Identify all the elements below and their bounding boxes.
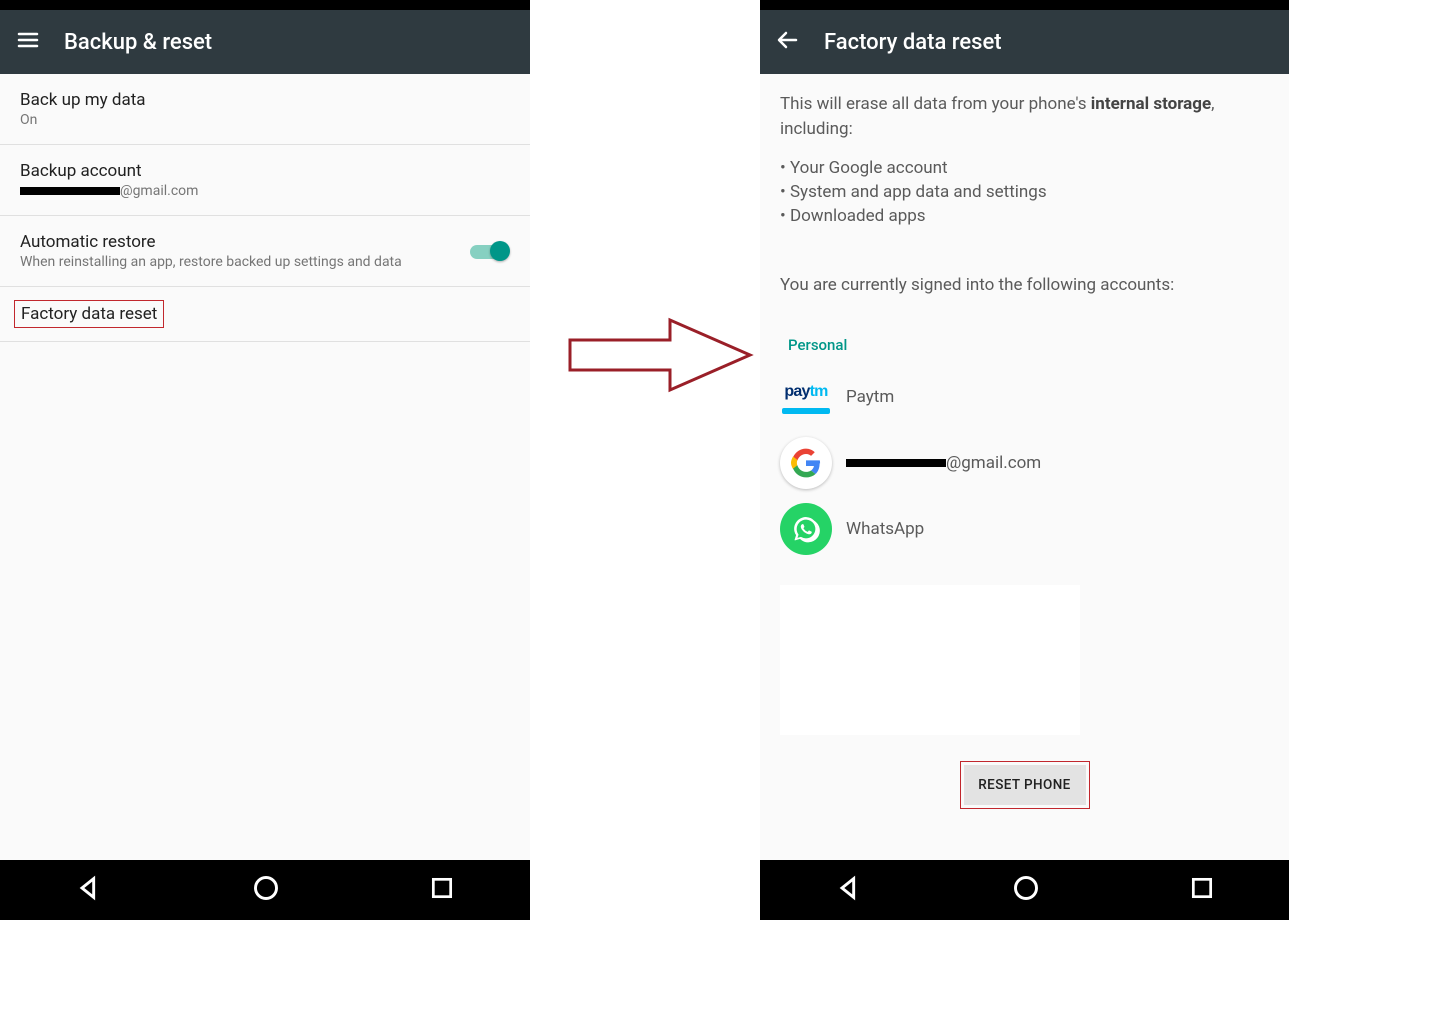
intro-text: This will erase all data from your phone… <box>780 94 1215 139</box>
list-item-value: On <box>20 112 510 128</box>
signed-in-text: You are currently signed into the follow… <box>780 273 1269 298</box>
list-item-label: Backup account <box>20 161 510 181</box>
paytm-icon: paytm <box>780 371 832 423</box>
list-item-value: @gmail.com <box>20 183 510 199</box>
bullet-list: Your Google account System and app data … <box>780 157 1269 228</box>
list-item-desc: When reinstalling an app, restore backed… <box>20 254 450 270</box>
app-bar-title: Backup & reset <box>64 30 212 55</box>
bullet-item: Your Google account <box>780 157 1269 181</box>
nav-recent-icon[interactable] <box>429 875 455 905</box>
account-row-paytm[interactable]: paytm Paytm <box>780 371 1269 423</box>
whatsapp-icon <box>780 503 832 555</box>
highlight-annotation: Factory data reset <box>14 300 164 328</box>
app-bar: Backup & reset <box>0 10 530 74</box>
list-item-backup-my-data[interactable]: Back up my data On <box>0 74 530 145</box>
arrow-annotation <box>560 310 760 400</box>
nav-home-icon[interactable] <box>1012 874 1040 906</box>
account-label: @gmail.com <box>846 450 1041 475</box>
toggle-switch[interactable] <box>470 239 510 263</box>
nav-home-icon[interactable] <box>252 874 280 906</box>
account-row-google[interactable]: @gmail.com <box>780 437 1269 489</box>
section-label-personal: Personal <box>788 335 1269 357</box>
phone-factory-data-reset: Factory data reset This will erase all d… <box>760 0 1289 920</box>
redacted-text <box>20 187 120 195</box>
nav-back-icon[interactable] <box>835 874 863 906</box>
list-item-backup-account[interactable]: Backup account @gmail.com <box>0 145 530 216</box>
app-bar: Factory data reset <box>760 10 1289 74</box>
account-label: Paytm <box>846 385 894 410</box>
nav-bar <box>0 860 530 920</box>
google-icon <box>780 437 832 489</box>
app-bar-title: Factory data reset <box>824 30 1002 55</box>
highlight-annotation: RESET PHONE <box>960 761 1090 809</box>
nav-bar <box>760 860 1289 920</box>
settings-list: Back up my data On Backup account @gmail… <box>0 74 530 860</box>
list-item-label: Back up my data <box>20 90 510 110</box>
bullet-item: System and app data and settings <box>780 181 1269 205</box>
status-bar <box>0 0 530 10</box>
hamburger-icon[interactable] <box>16 28 40 56</box>
phone-backup-reset: Backup & reset Back up my data On Backup… <box>0 0 530 920</box>
back-arrow-icon[interactable] <box>776 28 800 56</box>
bullet-item: Downloaded apps <box>780 205 1269 229</box>
factory-reset-content: This will erase all data from your phone… <box>760 74 1289 860</box>
redacted-text <box>846 459 946 467</box>
list-item-factory-data-reset[interactable]: Factory data reset <box>0 287 530 342</box>
reset-phone-button[interactable]: RESET PHONE <box>964 765 1086 805</box>
list-item-automatic-restore[interactable]: Automatic restore When reinstalling an a… <box>0 216 530 287</box>
nav-back-icon[interactable] <box>75 874 103 906</box>
account-label: WhatsApp <box>846 517 924 542</box>
account-row-whatsapp[interactable]: WhatsApp <box>780 503 1269 555</box>
status-bar <box>760 0 1289 10</box>
list-item-label: Factory data reset <box>21 304 157 324</box>
list-item-label: Automatic restore <box>20 232 450 252</box>
nav-recent-icon[interactable] <box>1189 875 1215 905</box>
blank-block <box>780 585 1080 735</box>
